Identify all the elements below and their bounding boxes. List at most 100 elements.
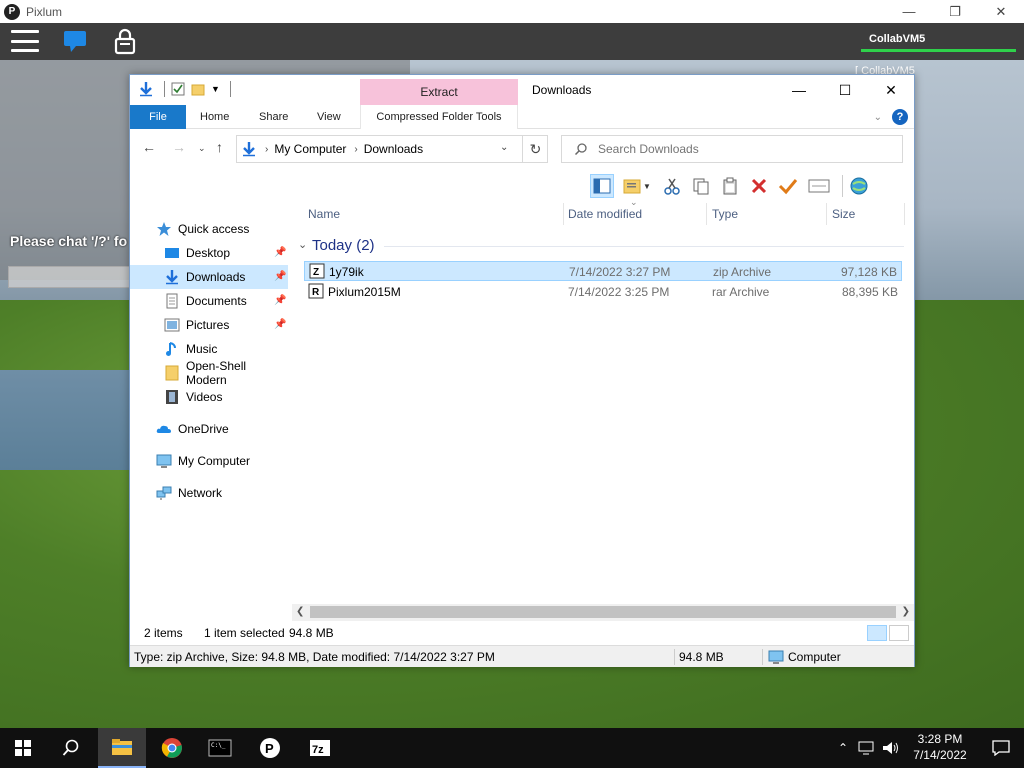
tab-share[interactable]: Share (259, 105, 288, 129)
nav-label: OneDrive (178, 422, 229, 436)
refresh-icon[interactable]: ↻ (522, 135, 548, 163)
volume-icon[interactable] (882, 741, 900, 755)
nav-network[interactable]: Network (130, 481, 288, 505)
horizontal-scrollbar[interactable]: ❮ ❯ (292, 604, 914, 621)
network-status-icon[interactable] (858, 741, 876, 755)
nav-my-computer[interactable]: My Computer (130, 449, 288, 473)
navigation-pane-icon[interactable] (590, 174, 614, 198)
lock-icon[interactable] (114, 27, 136, 55)
quick-access-toolbar: ▼ (138, 81, 231, 97)
start-icon[interactable] (0, 728, 46, 768)
column-size[interactable]: Size (832, 207, 855, 221)
maximize-button[interactable]: ☐ (822, 75, 868, 105)
svg-text:Z: Z (313, 267, 319, 278)
breadcrumb-chevron-icon[interactable]: › (265, 144, 268, 155)
file-size: 97,128 KB (840, 265, 897, 279)
folder-options-icon[interactable]: ▼ (619, 174, 655, 198)
tab-home[interactable]: Home (200, 105, 229, 129)
host-close-button[interactable]: ✕ (978, 0, 1024, 23)
up-arrow-icon[interactable]: ↑ (216, 139, 223, 155)
nav-quick-access[interactable]: Quick access (130, 217, 288, 241)
host-minimize-button[interactable]: — (886, 0, 932, 23)
internet-options-icon[interactable] (847, 174, 871, 198)
navigation-pane: Quick access Desktop 📌 Downloads 📌 Docum… (130, 205, 290, 610)
contextual-tab-group[interactable]: Extract (360, 79, 518, 105)
help-icon[interactable]: ? (892, 109, 908, 125)
forward-arrow-icon[interactable]: → (172, 139, 186, 155)
svg-text:C:\_: C:\_ (211, 742, 226, 749)
breadcrumb-chevron-icon[interactable]: › (354, 144, 357, 155)
pictures-icon (164, 318, 180, 332)
tab-compressed-folder-tools[interactable]: Compressed Folder Tools (360, 105, 518, 129)
tray-chevron-up-icon[interactable]: ⌃ (838, 741, 848, 755)
paste-icon[interactable] (718, 174, 742, 198)
column-date-modified[interactable]: Date modified (568, 207, 642, 221)
nav-pictures[interactable]: Pictures 📌 (130, 313, 288, 337)
file-explorer-icon[interactable] (98, 728, 146, 768)
host-app-title: Pixlum (26, 4, 63, 19)
nav-desktop[interactable]: Desktop 📌 (130, 241, 288, 265)
properties-check-icon[interactable] (776, 174, 800, 198)
tab-file[interactable]: File (130, 105, 186, 129)
tab-view[interactable]: View (317, 105, 341, 129)
copy-icon[interactable] (689, 174, 713, 198)
properties-icon[interactable] (171, 82, 185, 96)
search-box[interactable] (561, 135, 903, 163)
qat-dropdown-icon[interactable]: ▼ (211, 84, 220, 94)
nav-open-shell[interactable]: Open-Shell Modern (130, 359, 288, 387)
nav-documents[interactable]: Documents 📌 (130, 289, 288, 313)
close-button[interactable]: ✕ (868, 75, 914, 105)
scroll-left-icon[interactable]: ❮ (296, 606, 304, 617)
nav-videos[interactable]: Videos (130, 385, 288, 409)
scroll-right-icon[interactable]: ❯ (902, 606, 910, 617)
email-icon[interactable] (805, 174, 833, 198)
notifications-icon[interactable] (978, 728, 1024, 768)
details-view-icon[interactable] (867, 625, 887, 641)
recent-locations-icon[interactable]: ⌄ (198, 143, 206, 154)
terminal-icon[interactable]: C:\_ (196, 728, 244, 768)
file-row[interactable]: R Pixlum2015M 7/14/2022 3:25 PM rar Arch… (304, 282, 902, 302)
search-icon[interactable] (48, 728, 94, 768)
large-icons-view-icon[interactable] (889, 625, 909, 641)
column-type[interactable]: Type (712, 207, 738, 221)
new-folder-icon[interactable] (191, 82, 205, 96)
menu-icon[interactable] (11, 30, 39, 52)
pin-icon[interactable]: 📌 (274, 271, 286, 283)
back-arrow-icon[interactable]: ← (142, 139, 156, 155)
scrollbar-thumb[interactable] (310, 606, 896, 618)
explorer-titlebar: ▼ Extract Downloads — ☐ ✕ (130, 75, 914, 105)
breadcrumb-downloads[interactable]: Downloads (364, 142, 423, 156)
pin-icon[interactable]: 📌 (274, 295, 286, 307)
breadcrumb-my-computer[interactable]: My Computer (274, 142, 346, 156)
group-today[interactable]: ⌄ Today (2) (298, 235, 908, 257)
group-title: Today (2) (312, 237, 375, 254)
7zip-icon[interactable]: 7z (296, 728, 344, 768)
status-item-count: 2 items (144, 626, 183, 640)
chrome-icon[interactable] (148, 728, 196, 768)
delete-icon[interactable] (747, 174, 771, 198)
minimize-button[interactable]: — (776, 75, 822, 105)
file-date: 7/14/2022 3:25 PM (568, 285, 670, 299)
clock[interactable]: 3:28 PM 7/14/2022 (905, 731, 975, 763)
host-restore-button[interactable]: ❐ (932, 0, 978, 23)
collapse-chevron-icon[interactable]: ⌄ (298, 238, 307, 251)
pin-icon[interactable]: 📌 (274, 319, 286, 331)
column-name[interactable]: Name (308, 207, 340, 221)
nav-label: Network (178, 486, 223, 500)
chat-icon[interactable] (62, 28, 88, 54)
cut-icon[interactable] (660, 174, 684, 198)
nav-music[interactable]: Music (130, 337, 288, 361)
vm-name-panel[interactable]: CollabVM5 (861, 23, 1024, 60)
search-input[interactable] (598, 142, 878, 156)
pixlum-icon[interactable]: P (246, 728, 294, 768)
expand-ribbon-icon[interactable]: ⌄ (874, 112, 882, 123)
pin-icon[interactable]: 📌 (274, 247, 286, 259)
nav-label: Open-Shell Modern (186, 359, 247, 387)
nav-onedrive[interactable]: OneDrive (130, 417, 288, 441)
chat-hint-text: Please chat '/?' fo (10, 233, 128, 249)
status-selected-size: 94.8 MB (289, 626, 334, 640)
nav-downloads[interactable]: Downloads 📌 (130, 265, 288, 289)
chat-input[interactable] (8, 266, 132, 288)
address-dropdown-icon[interactable]: ⌄ (500, 142, 508, 153)
file-row[interactable]: Z 1y79ik 7/14/2022 3:27 PM zip Archive 9… (304, 261, 902, 281)
